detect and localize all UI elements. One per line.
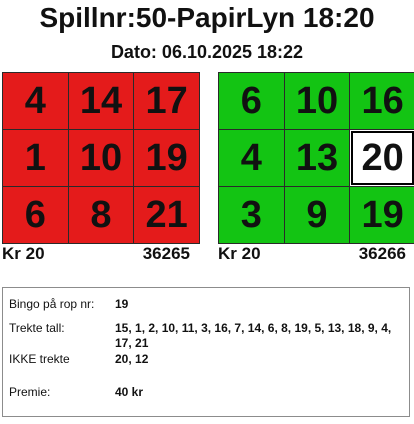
card-cell: 14	[68, 73, 134, 129]
game-title: Spillnr:50-PapirLyn 18:20	[39, 2, 375, 33]
card-cell: 21	[134, 187, 199, 243]
bingo-value: 19	[115, 297, 129, 311]
card-cell: 19	[350, 187, 414, 243]
card-cell: 4	[219, 130, 284, 186]
card-cell: 8	[68, 187, 134, 243]
bingo-card-red: 4 14 17 1 10 19 6 8 21	[2, 72, 200, 244]
card-cell: 17	[134, 73, 199, 129]
card-price: Kr 20	[218, 244, 261, 263]
card-cell: 13	[284, 130, 350, 186]
drawn-value: 15, 1, 2, 10, 11, 3, 16, 7, 14, 6, 8, 19…	[115, 321, 392, 350]
card-cell: 10	[284, 73, 350, 129]
bingo-label: Bingo på rop nr:	[9, 297, 95, 311]
card-cell: 6	[219, 73, 284, 129]
game-date: Dato: 06.10.2025 18:22	[110, 42, 304, 62]
result-panel: Bingo på rop nr: 19 Trekte tall: 15, 1, …	[2, 287, 410, 417]
card-cell: 4	[3, 73, 68, 129]
card-cell: 10	[68, 130, 134, 186]
card-cell: 3	[219, 187, 284, 243]
card-cell: 16	[350, 73, 414, 129]
card-cell: 6	[3, 187, 68, 243]
card-cell: 19	[134, 130, 199, 186]
card-serial: 36265	[142, 244, 190, 263]
prize-label: Premie:	[9, 385, 51, 399]
card-cell-highlighted: 20	[350, 130, 414, 186]
card-cell: 1	[3, 130, 68, 186]
prize-value: 40 kr	[115, 385, 144, 399]
not-drawn-value: 20, 12	[115, 352, 149, 366]
card-cell: 9	[284, 187, 350, 243]
drawn-label: Trekte tall:	[9, 321, 65, 335]
card-price: Kr 20	[2, 244, 45, 263]
not-drawn-label: IKKE trekte	[9, 352, 70, 366]
card-serial: 36266	[358, 244, 406, 263]
bingo-card-green: 6 10 16 4 13 20 3 9 19	[218, 72, 414, 244]
